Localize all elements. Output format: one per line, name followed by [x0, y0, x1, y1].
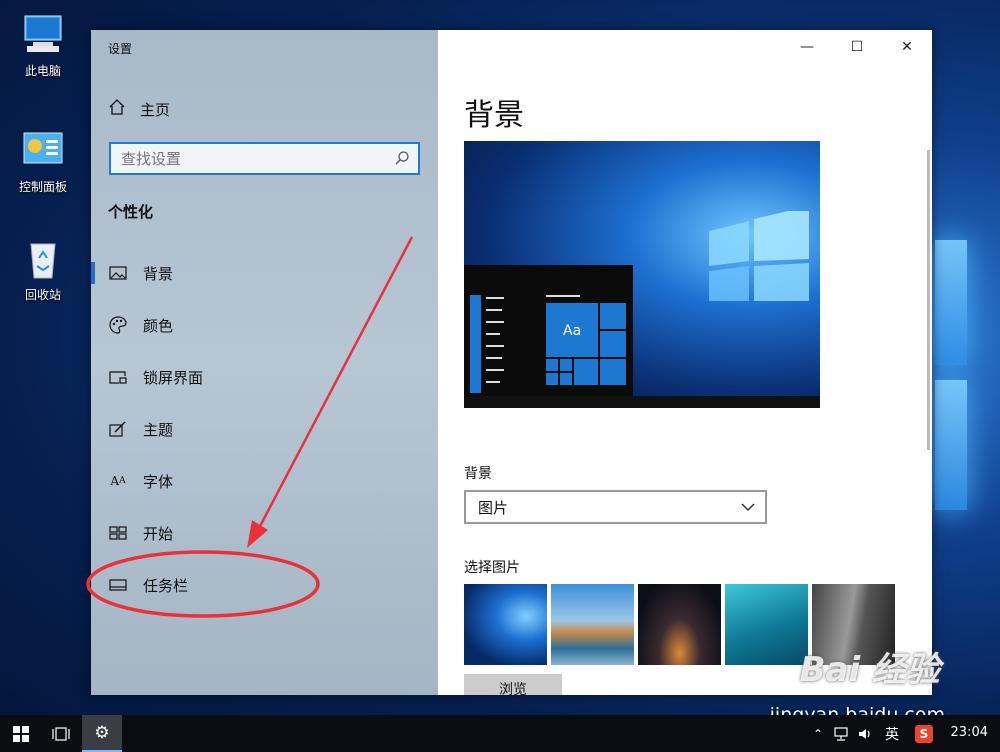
- section-title: 个性化: [108, 203, 154, 221]
- background-type-select[interactable]: 图片: [464, 490, 767, 524]
- minimize-button[interactable]: —: [782, 30, 832, 64]
- sidebar-item-colors[interactable]: 颜色: [91, 305, 438, 345]
- background-type-value: 图片: [478, 498, 509, 517]
- background-label: 背景: [464, 466, 492, 482]
- desktop-icon-computer[interactable]: 此电脑: [8, 12, 78, 79]
- lock-screen-icon: [109, 368, 127, 386]
- wallpaper-pane: [935, 240, 967, 365]
- desktop-icon-control-panel[interactable]: 控制面板: [8, 128, 78, 195]
- home-label: 主页: [140, 100, 171, 119]
- sidebar-item-home[interactable]: 主页: [108, 98, 170, 120]
- preview-window-glow: [709, 211, 809, 301]
- tray-overflow-icon[interactable]: ⌃: [808, 715, 828, 752]
- sogou-ime-icon[interactable]: S: [912, 715, 936, 752]
- background-preview: Aa: [464, 141, 820, 408]
- watermark-logo: Bai 经验: [799, 650, 940, 690]
- sidebar-item-themes[interactable]: 主题: [91, 409, 438, 449]
- desktop-icon-label: 回收站: [24, 288, 61, 302]
- desktop-icon-recycle-bin[interactable]: 回收站: [8, 236, 78, 303]
- theme-icon: [109, 420, 127, 438]
- task-view-button[interactable]: [42, 715, 80, 752]
- picture-icon: [109, 264, 127, 282]
- sidebar-item-label: 背景: [143, 264, 174, 283]
- network-icon[interactable]: [830, 715, 852, 752]
- sidebar-item-label: 开始: [143, 524, 174, 543]
- browse-button[interactable]: 浏览: [464, 674, 562, 695]
- window-controls: — ☐ ✕: [782, 30, 932, 64]
- task-view-icon: [52, 726, 70, 741]
- picture-thumbnail[interactable]: [551, 584, 634, 665]
- picture-thumbnail[interactable]: [725, 584, 808, 665]
- desktop-icon-label: 控制面板: [18, 180, 67, 194]
- desktop-icon-label: 此电脑: [24, 64, 61, 78]
- preview-taskbar: [464, 396, 820, 408]
- gear-icon: ⚙: [94, 722, 110, 743]
- sidebar-item-background[interactable]: 背景: [91, 253, 438, 293]
- sidebar-item-lock-screen[interactable]: 锁屏界面: [91, 357, 438, 397]
- preview-tile-text: Aa: [563, 323, 582, 339]
- settings-window: 设置 主页 个性化 背景 颜色: [91, 30, 932, 695]
- settings-content: — ☐ ✕ 背景 Aa 背景 图片 选择图片 浏览: [438, 30, 932, 695]
- system-clock[interactable]: 23:04: [951, 725, 988, 740]
- control-panel-icon: [21, 128, 65, 172]
- page-title: 背景: [464, 98, 524, 133]
- content-scrollbar[interactable]: [927, 150, 930, 450]
- ime-indicator[interactable]: 英: [880, 715, 904, 752]
- search-icon[interactable]: [394, 150, 410, 170]
- home-icon: [108, 98, 126, 120]
- recycle-bin-icon: [21, 236, 65, 280]
- sidebar-item-taskbar[interactable]: 任务栏: [91, 565, 438, 605]
- sidebar-item-start[interactable]: 开始: [91, 513, 438, 553]
- font-icon: AA: [110, 474, 126, 488]
- chevron-down-icon: [741, 500, 755, 518]
- start-button[interactable]: [0, 715, 42, 752]
- sidebar-item-label: 字体: [143, 472, 174, 491]
- settings-sidebar: 设置 主页 个性化 背景 颜色: [91, 30, 438, 695]
- sidebar-item-fonts[interactable]: AA 字体: [91, 461, 438, 501]
- taskbar-icon: [109, 576, 127, 594]
- volume-icon[interactable]: [854, 715, 876, 752]
- search-box[interactable]: [109, 142, 420, 175]
- computer-icon: [21, 12, 65, 56]
- choose-picture-label: 选择图片: [464, 560, 520, 576]
- close-button[interactable]: ✕: [882, 30, 932, 64]
- maximize-button[interactable]: ☐: [832, 30, 882, 64]
- sidebar-item-label: 颜色: [143, 316, 174, 335]
- taskbar-settings-app[interactable]: ⚙: [82, 715, 122, 752]
- wallpaper-pane: [935, 380, 967, 510]
- app-title: 设置: [108, 42, 133, 56]
- palette-icon: [109, 316, 127, 334]
- windows-logo-icon: [13, 725, 29, 742]
- sidebar-item-label: 任务栏: [143, 576, 189, 595]
- search-input[interactable]: [111, 144, 381, 173]
- taskbar: ⚙ ⌃ 英 S 23:04: [0, 715, 1000, 752]
- preview-start-menu: Aa: [464, 265, 633, 396]
- picture-thumbnail[interactable]: [464, 584, 547, 665]
- picture-thumbnail[interactable]: [638, 584, 721, 665]
- sidebar-item-label: 主题: [143, 420, 174, 439]
- sidebar-item-label: 锁屏界面: [143, 368, 204, 387]
- start-icon: [109, 524, 127, 542]
